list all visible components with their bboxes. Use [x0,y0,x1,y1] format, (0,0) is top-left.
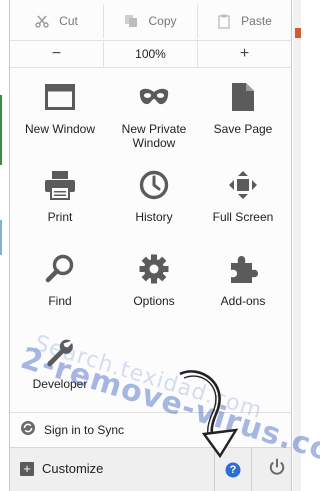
developer-button[interactable]: Developer [13,335,107,391]
wrench-icon [43,335,77,369]
save-page-button[interactable]: Save Page [196,80,290,136]
magnifier-icon [43,252,77,286]
tile-label: Developer [32,377,88,391]
find-button[interactable]: Find [13,252,107,308]
tile-label: Options [133,294,175,308]
hand-drawn-arrow-icon [179,370,239,459]
new-window-button[interactable]: New Window [13,80,107,136]
sync-icon [20,420,36,439]
edit-controls: Cut Copy Paste [10,4,291,38]
clipboard-icon [217,14,231,29]
customize-button[interactable]: + Customize [20,461,103,476]
tile-label: New Window [24,122,96,136]
mask-icon [137,80,171,114]
tile-label: New Private Window [121,122,187,150]
cut-button[interactable]: Cut [10,4,104,38]
tile-label: Save Page [213,122,273,136]
copy-button[interactable]: Copy [104,4,198,38]
new-private-window-button[interactable]: New Private Window [107,80,201,150]
copy-icon [124,14,138,28]
paste-button[interactable]: Paste [198,4,291,38]
scissors-icon [35,14,49,28]
tile-label: History [135,210,173,224]
full-screen-button[interactable]: Full Screen [196,168,290,224]
tile-label: Find [48,294,72,308]
history-button[interactable]: History [107,168,201,224]
zoom-reset-button[interactable]: 100% [103,41,198,67]
paste-label: Paste [241,14,272,28]
tile-label: Add-ons [220,294,266,308]
zoom-out-button[interactable]: − [10,41,103,67]
quit-button[interactable] [262,448,292,491]
document-icon [226,80,260,114]
tile-label: Print [47,210,73,224]
power-icon [268,458,286,481]
gear-icon [137,252,171,286]
zoom-controls: − 100% + [10,40,291,68]
fullscreen-icon [226,168,260,202]
window-icon [43,80,77,114]
options-button[interactable]: Options [107,252,201,308]
plus-icon: + [20,461,34,476]
sign-in-to-sync-button[interactable]: Sign in to Sync [20,420,124,439]
edge-accent [0,95,2,165]
sync-label: Sign in to Sync [44,422,125,437]
copy-label: Copy [148,14,177,28]
printer-icon [43,168,77,202]
help-glyph: ? [229,463,237,476]
puzzle-icon [226,252,260,286]
add-ons-button[interactable]: Add-ons [196,252,290,308]
clock-icon [137,168,171,202]
zoom-in-button[interactable]: + [198,41,291,67]
cut-label: Cut [59,14,78,28]
edge-accent [295,28,301,38]
edge-accent [0,220,2,255]
print-button[interactable]: Print [13,168,107,224]
tile-label: Full Screen [212,210,274,224]
scrollbar[interactable] [293,0,301,491]
customize-label: Customize [42,461,104,476]
